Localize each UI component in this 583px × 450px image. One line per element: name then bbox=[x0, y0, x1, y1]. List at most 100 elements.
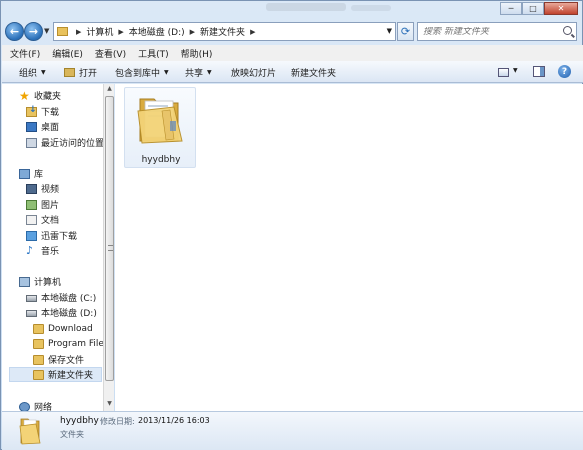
nav-downloads[interactable]: 下载 bbox=[26, 104, 59, 119]
folder-icon bbox=[33, 323, 44, 334]
nav-favorites[interactable]: ★ 收藏夹 bbox=[19, 88, 61, 103]
folder-icon bbox=[19, 418, 41, 445]
nav-videos[interactable]: 视频 bbox=[26, 181, 59, 196]
menu-file[interactable]: 文件(F) bbox=[10, 47, 40, 60]
menu-bar: 文件(F) 编辑(E) 查看(V) 工具(T) 帮助(H) bbox=[2, 45, 583, 61]
nav-favorites-label: 收藏夹 bbox=[34, 92, 62, 102]
nav-drive-d[interactable]: 本地磁盘 (D:) bbox=[26, 305, 97, 320]
library-icon bbox=[19, 168, 30, 179]
view-options-dropdown[interactable]: ▼ bbox=[513, 67, 518, 74]
refresh-button[interactable]: ⟳ bbox=[397, 22, 414, 41]
back-button[interactable]: ← bbox=[5, 22, 24, 41]
menu-help[interactable]: 帮助(H) bbox=[181, 47, 213, 60]
nav-folder-new-folder[interactable]: 新建文件夹 bbox=[9, 367, 102, 382]
navigation-scrollbar[interactable]: ▲ ▼ bbox=[103, 84, 114, 411]
chevron-right-icon[interactable]: ▶ bbox=[190, 28, 195, 36]
details-name: hyydbhy bbox=[60, 416, 99, 426]
open-button[interactable]: 打开 bbox=[64, 66, 97, 79]
nav-folder-program-files[interactable]: Program Files bbox=[33, 336, 103, 351]
nav-folder-program-files-label: Program Files bbox=[48, 338, 103, 349]
search-input[interactable] bbox=[423, 26, 558, 37]
thunder-download-icon bbox=[26, 230, 37, 241]
chevron-right-icon[interactable]: ▶ bbox=[76, 28, 81, 36]
folder-icon bbox=[33, 354, 44, 365]
include-in-library-button[interactable]: 包含到库中 ▼ bbox=[115, 66, 169, 79]
recent-places-icon bbox=[26, 137, 37, 148]
folder-icon bbox=[33, 369, 44, 380]
address-history-dropdown[interactable]: ▼ bbox=[387, 27, 392, 35]
close-button[interactable]: ✕ bbox=[544, 2, 578, 15]
organize-button[interactable]: 组织 ▼ bbox=[19, 66, 46, 79]
scroll-down-icon[interactable]: ▼ bbox=[105, 400, 114, 409]
scrollbar-thumb[interactable] bbox=[105, 96, 114, 381]
recent-pages-dropdown[interactable]: ▼ bbox=[44, 27, 49, 35]
details-modified-value: 2013/11/26 16:03 bbox=[138, 416, 210, 425]
nav-folder-download[interactable]: Download bbox=[33, 321, 93, 336]
folder-icon bbox=[137, 98, 183, 144]
breadcrumb-new-folder[interactable]: 新建文件夹 bbox=[200, 25, 245, 38]
breadcrumb-drive-d[interactable]: 本地磁盘 (D:) bbox=[129, 25, 185, 38]
command-bar: 组织 ▼ 打开 包含到库中 ▼ 共享 ▼ 放映幻灯片 新建文件夹 ▼ ? bbox=[2, 61, 583, 83]
nav-pictures-label: 图片 bbox=[41, 201, 60, 211]
scroll-up-icon[interactable]: ▲ bbox=[105, 85, 114, 94]
pictures-icon bbox=[26, 199, 37, 210]
organize-label: 组织 bbox=[19, 69, 38, 79]
nav-desktop[interactable]: 桌面 bbox=[26, 119, 59, 134]
address-bar[interactable]: ▶ 计算机 ▶ 本地磁盘 (D:) ▶ 新建文件夹 ▶ ▼ bbox=[53, 22, 396, 41]
chevron-down-icon: ▼ bbox=[41, 69, 46, 76]
forward-button[interactable]: → bbox=[24, 22, 43, 41]
preview-pane-icon[interactable] bbox=[533, 66, 545, 77]
blurred-title-extra bbox=[351, 5, 391, 11]
nav-computer-label: 计算机 bbox=[34, 278, 62, 288]
help-icon[interactable]: ? bbox=[558, 65, 571, 78]
nav-drive-c[interactable]: 本地磁盘 (C:) bbox=[26, 290, 96, 305]
music-note-icon: ♪ bbox=[26, 243, 34, 257]
chevron-right-icon[interactable]: ▶ bbox=[250, 28, 255, 36]
slideshow-button[interactable]: 放映幻灯片 bbox=[231, 66, 276, 79]
open-label: 打开 bbox=[79, 69, 98, 79]
navigation-pane: ★ 收藏夹 下载 桌面 最近访问的位置 库 视频 图片 文档 bbox=[2, 84, 103, 411]
video-icon bbox=[26, 183, 37, 194]
nav-folder-new-folder-label: 新建文件夹 bbox=[48, 371, 94, 381]
nav-libraries[interactable]: 库 bbox=[19, 166, 43, 181]
search-icon[interactable] bbox=[563, 26, 572, 35]
folder-item-name: hyydbhy bbox=[141, 155, 181, 165]
nav-documents[interactable]: 文档 bbox=[26, 212, 59, 227]
nav-computer[interactable]: 计算机 bbox=[19, 274, 61, 289]
breadcrumb-computer[interactable]: 计算机 bbox=[86, 25, 113, 38]
drive-icon bbox=[26, 310, 37, 317]
menu-view[interactable]: 查看(V) bbox=[95, 47, 126, 60]
maximize-button[interactable]: □ bbox=[522, 2, 544, 15]
nav-thunder-downloads[interactable]: 迅雷下载 bbox=[26, 228, 77, 243]
nav-pictures[interactable]: 图片 bbox=[26, 197, 59, 212]
menu-tools[interactable]: 工具(T) bbox=[138, 47, 169, 60]
nav-videos-label: 视频 bbox=[41, 185, 60, 195]
details-modified-label: 修改日期: bbox=[100, 417, 135, 426]
nav-folder-saved[interactable]: 保存文件 bbox=[33, 352, 84, 367]
share-label: 共享 bbox=[185, 69, 204, 79]
nav-network-label: 网络 bbox=[34, 403, 53, 411]
caption-buttons: ─ □ ✕ bbox=[500, 2, 578, 15]
search-box[interactable] bbox=[417, 22, 577, 41]
nav-network[interactable]: 网络 bbox=[19, 399, 52, 411]
folder-item[interactable]: hyydbhy bbox=[124, 87, 196, 168]
nav-music[interactable]: ♪ 音乐 bbox=[26, 243, 59, 258]
folder-icon bbox=[33, 338, 44, 349]
share-button[interactable]: 共享 ▼ bbox=[185, 66, 212, 79]
explorer-window: ─ □ ✕ ← → ▼ ▶ 计算机 ▶ 本地磁盘 (D:) ▶ 新建文件夹 ▶ … bbox=[0, 0, 583, 450]
change-view-icon[interactable] bbox=[498, 68, 509, 77]
slideshow-label: 放映幻灯片 bbox=[231, 69, 277, 79]
nav-drive-c-label: 本地磁盘 (C:) bbox=[41, 294, 97, 304]
drive-icon bbox=[26, 295, 37, 302]
network-icon bbox=[19, 401, 30, 411]
minimize-button[interactable]: ─ bbox=[500, 2, 522, 15]
chevron-right-icon[interactable]: ▶ bbox=[118, 28, 123, 36]
nav-folder-saved-label: 保存文件 bbox=[48, 356, 85, 366]
file-list[interactable]: hyydbhy bbox=[115, 84, 583, 411]
navigation-bar: ← → ▼ ▶ 计算机 ▶ 本地磁盘 (D:) ▶ 新建文件夹 ▶ ▼ ⟳ bbox=[5, 21, 579, 43]
menu-edit[interactable]: 编辑(E) bbox=[52, 47, 83, 60]
open-folder-icon bbox=[64, 68, 75, 77]
nav-recent-label: 最近访问的位置 bbox=[41, 139, 103, 149]
nav-recent[interactable]: 最近访问的位置 bbox=[26, 135, 103, 150]
new-folder-button[interactable]: 新建文件夹 bbox=[291, 66, 336, 79]
